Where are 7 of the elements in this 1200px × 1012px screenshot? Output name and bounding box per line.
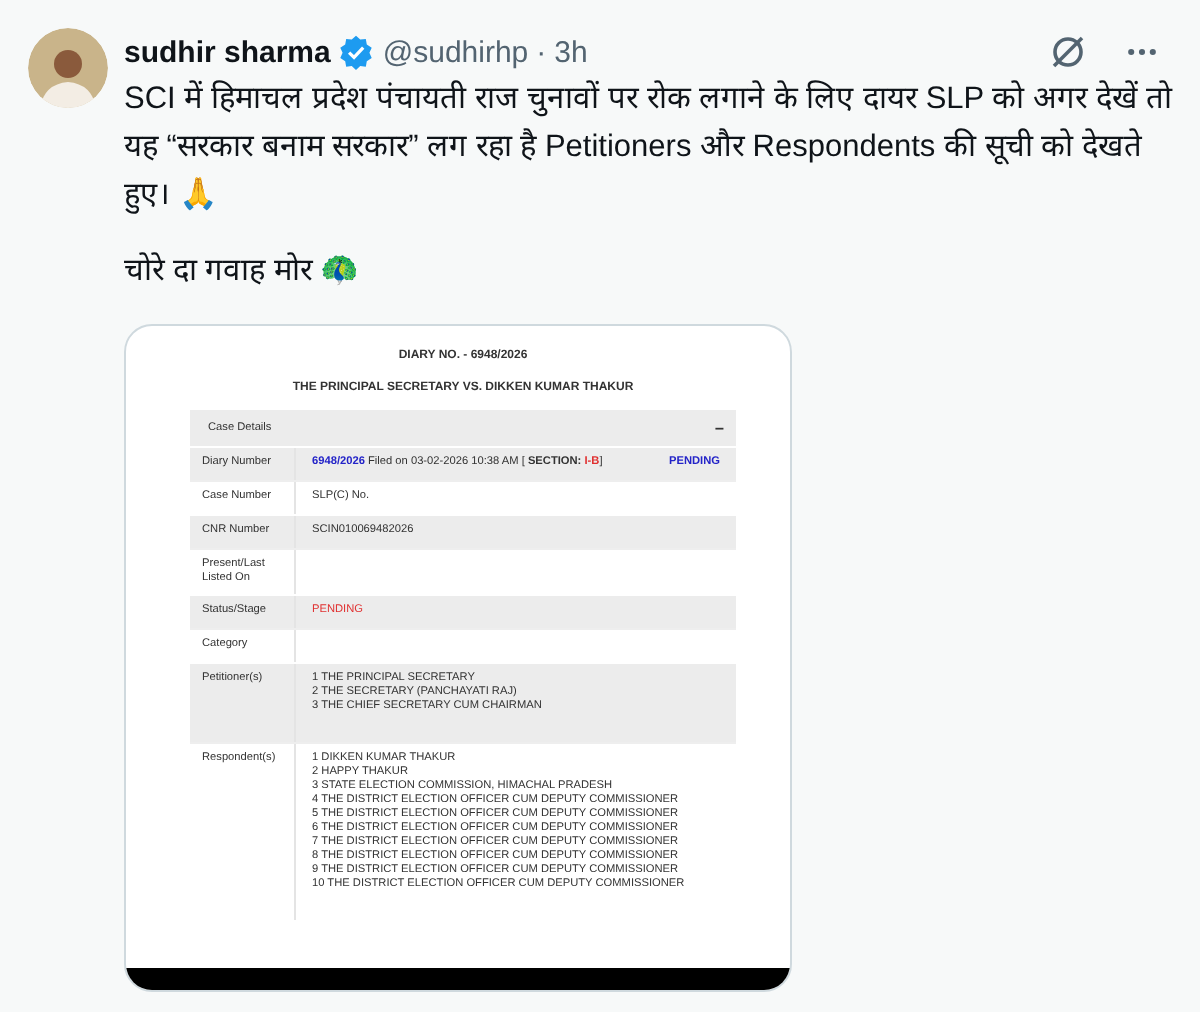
post-text: चोरे दा गवाह मोर 🦚 (124, 250, 361, 292)
author-name[interactable]: sudhir sharma (124, 35, 331, 69)
post-text: SCI में हिमाचल प्रदेश पंचायती राज चुनावों पर रोक लगाने के लिए दायर SLP को अगर देखें तो यह “सरकार बनाम सरकार” लग रहा है Petitioners और Respondents की सूची को देखते हुए। 🙏 (124, 78, 1174, 218)
post-time[interactable]: 3h (554, 35, 588, 69)
collapse-toggle[interactable]: − (714, 419, 724, 437)
separator-dot: · (536, 35, 547, 69)
author-handle[interactable]: @sudhirhp (382, 35, 529, 69)
